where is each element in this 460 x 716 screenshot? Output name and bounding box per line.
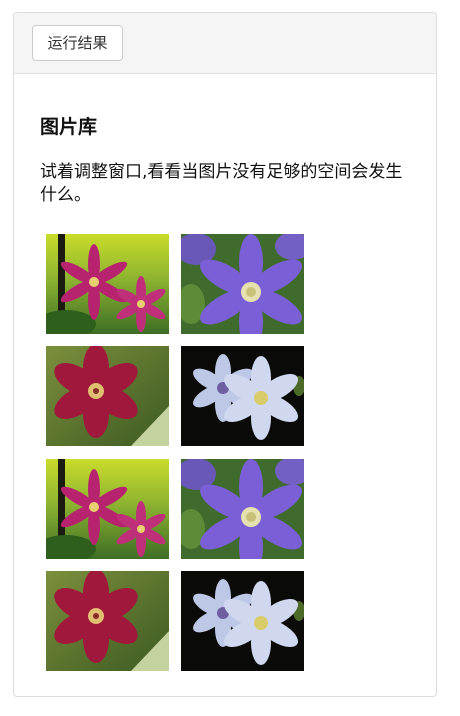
panel-header: 运行结果 — [14, 13, 436, 74]
page-title: 图片库 — [40, 116, 98, 138]
page-description: 试着调整窗口,看看当图片没有足够的空间会发生什么。 — [40, 162, 403, 205]
result-panel: 运行结果 图片库 试着调整窗口,看看当图片没有足够的空间会发生什么。 — [13, 12, 437, 697]
gallery-image-red-clematis — [46, 346, 169, 446]
run-result-button[interactable]: 运行结果 — [32, 25, 123, 61]
content-area: 图片库 试着调整窗口,看看当图片没有足够的空间会发生什么。 — [40, 113, 420, 671]
gallery-image-pink-clematis — [46, 234, 169, 334]
gallery-image-white-blue-clematis — [181, 346, 304, 446]
gallery-image-purple-clematis — [181, 459, 304, 559]
gallery-image-red-clematis — [46, 571, 169, 671]
gallery-image-white-blue-clematis — [181, 571, 304, 671]
gallery-image-purple-clematis — [181, 234, 304, 334]
gallery-image-pink-clematis — [46, 459, 169, 559]
